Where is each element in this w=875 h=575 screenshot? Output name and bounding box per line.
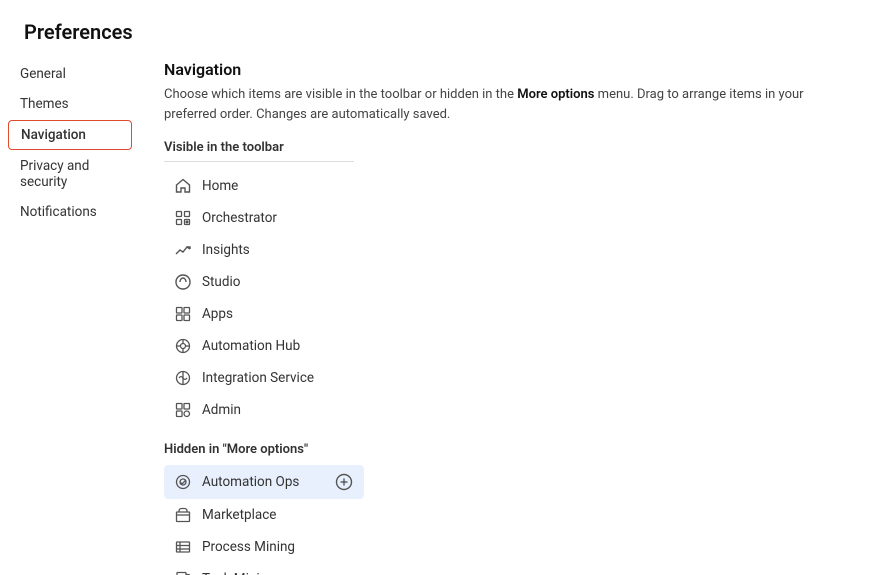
nav-item-insights-label: Insights — [202, 242, 250, 258]
process-mining-icon — [174, 538, 192, 556]
navigation-description: Choose which items are visible in the to… — [164, 85, 851, 124]
navigation-section-title: Navigation — [164, 60, 851, 79]
nav-item-home[interactable]: Home — [164, 170, 364, 202]
nav-item-automation-hub[interactable]: Automation Hub — [164, 330, 364, 362]
nav-item-task-mining-label: Task Mining — [202, 571, 275, 575]
add-to-toolbar-button[interactable] — [334, 472, 354, 492]
nav-item-apps-label: Apps — [202, 306, 233, 322]
automation-ops-icon — [174, 473, 192, 491]
nav-item-home-label: Home — [202, 178, 238, 194]
sidebar-item-notifications[interactable]: Notifications — [8, 198, 132, 226]
nav-item-integration-service[interactable]: Integration Service — [164, 362, 364, 394]
task-mining-icon — [174, 570, 192, 575]
marketplace-icon — [174, 506, 192, 524]
integration-service-icon — [174, 369, 192, 387]
nav-item-studio[interactable]: Studio — [164, 266, 364, 298]
studio-icon — [174, 273, 192, 291]
nav-item-automation-ops[interactable]: Automation Ops — [164, 465, 364, 499]
nav-item-admin-label: Admin — [202, 402, 241, 418]
nav-item-insights[interactable]: Insights — [164, 234, 364, 266]
nav-item-automation-hub-label: Automation Hub — [202, 338, 300, 354]
page-title: Preferences — [0, 0, 875, 60]
admin-icon — [174, 401, 192, 419]
nav-item-task-mining[interactable]: Task Mining — [164, 563, 364, 575]
orchestrator-icon — [174, 209, 192, 227]
insights-icon — [174, 241, 192, 259]
nav-item-integration-service-label: Integration Service — [202, 370, 314, 386]
nav-item-studio-label: Studio — [202, 274, 240, 290]
toolbar-label: Visible in the toolbar — [164, 140, 354, 162]
apps-icon — [174, 305, 192, 323]
nav-item-admin[interactable]: Admin — [164, 394, 364, 426]
sidebar: General Themes Navigation Privacy and se… — [0, 60, 140, 575]
sidebar-item-privacy[interactable]: Privacy and security — [8, 152, 132, 196]
nav-item-orchestrator-label: Orchestrator — [202, 210, 277, 226]
content-area: Navigation Choose which items are visibl… — [140, 60, 875, 575]
nav-item-process-mining-label: Process Mining — [202, 539, 295, 555]
sidebar-item-general[interactable]: General — [8, 60, 132, 88]
nav-item-apps[interactable]: Apps — [164, 298, 364, 330]
home-icon — [174, 177, 192, 195]
nav-item-process-mining[interactable]: Process Mining — [164, 531, 364, 563]
hidden-options-label: Hidden in "More options" — [164, 442, 851, 457]
automation-hub-icon — [174, 337, 192, 355]
nav-item-marketplace[interactable]: Marketplace — [164, 499, 364, 531]
nav-item-automation-ops-label: Automation Ops — [202, 474, 299, 490]
sidebar-item-themes[interactable]: Themes — [8, 90, 132, 118]
sidebar-item-navigation[interactable]: Navigation — [8, 120, 132, 150]
nav-item-marketplace-label: Marketplace — [202, 507, 276, 523]
nav-item-orchestrator[interactable]: Orchestrator — [164, 202, 364, 234]
